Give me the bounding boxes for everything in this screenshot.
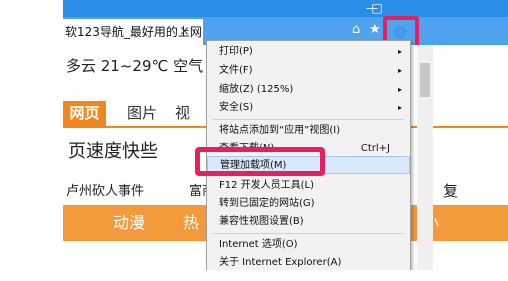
submenu-arrow-icon: ▸ — [397, 66, 402, 75]
submenu-arrow-icon: ▸ — [397, 103, 402, 112]
menu-item-zoom[interactable]: 缩放(Z) (125%) ▸ — [207, 81, 410, 99]
news-link[interactable]: 卢州砍人事件 — [66, 180, 144, 199]
maximize-button[interactable]: □ — [363, 1, 391, 16]
favorites-star-icon[interactable]: ★ — [369, 22, 381, 38]
menu-item-print[interactable]: 打印(P) ▸ — [207, 43, 410, 61]
news-link[interactable]: 复 — [443, 180, 458, 201]
title-bar: — □ — [63, 0, 508, 17]
highlight-frame — [195, 147, 325, 176]
submenu-arrow-icon: ▸ — [397, 47, 402, 56]
bottom-margin — [0, 270, 508, 281]
tab-close-icon[interactable]: × — [179, 19, 190, 45]
category-hot[interactable]: 热 — [183, 205, 199, 241]
category-anime[interactable]: 动漫 — [113, 205, 145, 241]
menu-separator — [213, 119, 403, 120]
menu-item-file[interactable]: 文件(F) ▸ — [207, 62, 410, 80]
submenu-arrow-icon: ▸ — [397, 85, 402, 94]
menu-item-pinned-sites[interactable]: 转到已固定的网站(G) — [207, 195, 410, 213]
menu-item-add-to-apps[interactable]: 将站点添加到“应用”视图(I) — [207, 122, 410, 140]
headline: 页速度快些 — [68, 141, 158, 162]
vertical-scrollbar[interactable] — [417, 45, 433, 270]
nav-tab-images[interactable]: 图片 — [127, 101, 157, 126]
menu-item-compat-view[interactable]: 兼容性视图设置(B) — [207, 213, 410, 231]
home-icon[interactable]: ⌂ — [352, 22, 360, 38]
nav-tab-video[interactable]: 视 — [175, 101, 190, 126]
browser-tab[interactable]: 软123导航_最好用的上网... × — [63, 19, 203, 45]
scroll-thumb[interactable] — [420, 63, 430, 97]
weather-text: 多云 21~29℃ 空气 — [66, 57, 204, 75]
menu-separator — [213, 233, 403, 234]
menu-item-f12-tools[interactable]: F12 开发人员工具(L) — [207, 177, 410, 195]
nav-tab-web[interactable]: 网页 — [63, 101, 106, 126]
menu-item-internet-options[interactable]: Internet 选项(O) — [207, 236, 410, 254]
menu-item-security[interactable]: 安全(S) ▸ — [207, 99, 410, 117]
